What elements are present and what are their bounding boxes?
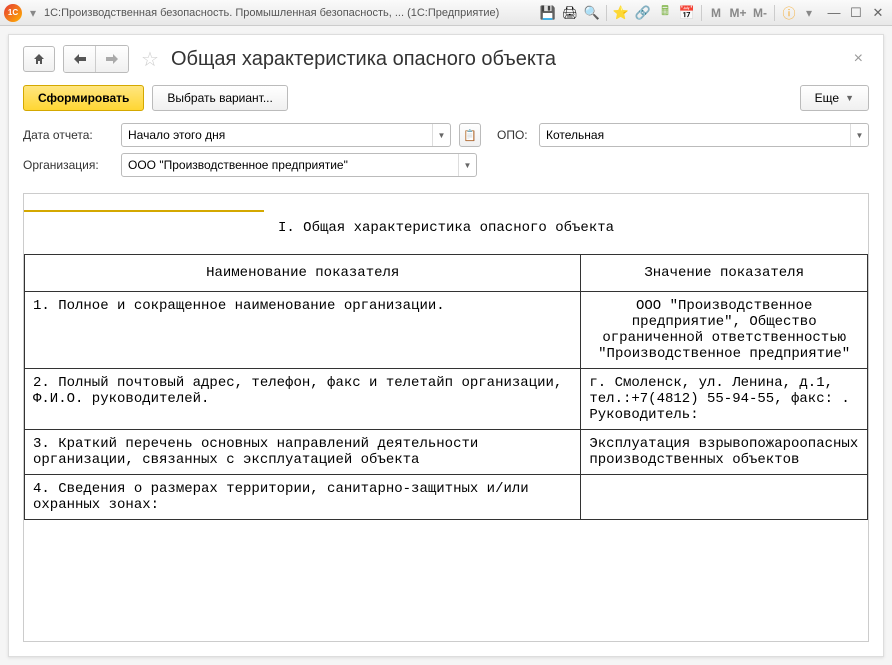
favorite-star-icon[interactable]: ☆ [141, 47, 159, 72]
column-header-value: Значение показателя [581, 255, 868, 292]
minimize-button[interactable]: — [824, 4, 844, 22]
cell-name: 3. Краткий перечень основных направлений… [25, 430, 581, 475]
action-toolbar: Сформировать Выбрать вариант... Еще ▼ [9, 81, 883, 121]
content-area: ☆ Общая характеристика опасного объекта … [8, 34, 884, 657]
generate-button[interactable]: Сформировать [23, 85, 144, 111]
org-label: Организация: [23, 158, 113, 172]
opo-value: Котельная [540, 128, 850, 142]
table-header-row: Наименование показателя Значение показат… [25, 255, 868, 292]
home-button[interactable] [23, 46, 55, 72]
favorite-icon[interactable]: ⭐ [611, 3, 631, 23]
page-header: ☆ Общая характеристика опасного объекта … [9, 35, 883, 81]
report-section-title: I. Общая характеристика опасного объекта [24, 212, 868, 254]
window-controls: — ☐ ✕ [824, 4, 888, 22]
table-row: 1. Полное и сокращенное наименование орг… [25, 292, 868, 369]
org-value: ООО "Производственное предприятие" [122, 158, 458, 172]
home-icon [32, 52, 46, 66]
choose-variant-button[interactable]: Выбрать вариант... [152, 85, 287, 111]
title-toolbar: 💾 🖨 🔍 ⭐ 🔗 🖩 📅 M M+ M- ⓘ ▾ [538, 3, 817, 23]
chevron-down-icon[interactable]: ▼ [458, 154, 476, 176]
link-icon[interactable]: 🔗 [633, 3, 653, 23]
filters-panel: Дата отчета: Начало этого дня ▼ 📋 ОПО: К… [9, 121, 883, 193]
table-row: 4. Сведения о размерах территории, санит… [25, 475, 868, 520]
column-header-name: Наименование показателя [25, 255, 581, 292]
dropdown-icon[interactable]: ▾ [25, 5, 41, 21]
opo-label: ОПО: [497, 128, 531, 142]
date-value: Начало этого дня [122, 128, 432, 142]
chevron-down-icon: ▼ [845, 93, 854, 103]
info-icon[interactable]: ⓘ [779, 3, 799, 23]
table-row: 3. Краткий перечень основных направлений… [25, 430, 868, 475]
cell-name: 2. Полный почтовый адрес, телефон, факс … [25, 369, 581, 430]
calculator-icon[interactable]: 🖩 [655, 3, 675, 23]
report-table: Наименование показателя Значение показат… [24, 254, 868, 520]
filter-row-org: Организация: ООО "Производственное предп… [23, 153, 869, 177]
separator [774, 5, 775, 21]
forward-icon [106, 54, 118, 64]
more-button[interactable]: Еще ▼ [800, 85, 869, 111]
dropdown-icon[interactable]: ▾ [801, 5, 817, 21]
filter-row-date: Дата отчета: Начало этого дня ▼ 📋 ОПО: К… [23, 123, 869, 147]
zoom-mplus-button[interactable]: M+ [728, 3, 748, 23]
report-viewport[interactable]: I. Общая характеристика опасного объекта… [23, 193, 869, 642]
app-logo-icon: 1C [4, 4, 22, 22]
calendar-icon[interactable]: 📅 [677, 3, 697, 23]
date-input[interactable]: Начало этого дня ▼ [121, 123, 451, 147]
cell-name: 4. Сведения о размерах территории, санит… [25, 475, 581, 520]
window-title: 1С:Производственная безопасность. Промыш… [44, 7, 535, 19]
more-label: Еще [815, 91, 839, 105]
calendar-picker-button[interactable]: 📋 [459, 123, 481, 147]
separator [606, 5, 607, 21]
close-tab-button[interactable]: × [848, 48, 869, 70]
report-document: I. Общая характеристика опасного объекта… [24, 194, 868, 520]
separator [701, 5, 702, 21]
cell-name: 1. Полное и сокращенное наименование орг… [25, 292, 581, 369]
org-input[interactable]: ООО "Производственное предприятие" ▼ [121, 153, 477, 177]
page-title: Общая характеристика опасного объекта [171, 48, 556, 71]
preview-icon[interactable]: 🔍 [582, 3, 602, 23]
chevron-down-icon[interactable]: ▼ [432, 124, 450, 146]
date-label: Дата отчета: [23, 128, 113, 142]
back-icon [74, 54, 86, 64]
table-row: 2. Полный почтовый адрес, телефон, факс … [25, 369, 868, 430]
zoom-m-button[interactable]: M [706, 3, 726, 23]
print-icon[interactable]: 🖨 [560, 3, 580, 23]
nav-back-forward [63, 45, 129, 73]
save-icon[interactable]: 💾 [538, 3, 558, 23]
opo-input[interactable]: Котельная ▼ [539, 123, 869, 147]
cell-value [581, 475, 868, 520]
report-marker [24, 194, 264, 212]
cell-value: ООО "Производственное предприятие", Обще… [581, 292, 868, 369]
close-button[interactable]: ✕ [868, 4, 888, 22]
forward-button[interactable] [96, 46, 128, 72]
titlebar: 1C ▾ 1С:Производственная безопасность. П… [0, 0, 892, 26]
chevron-down-icon[interactable]: ▼ [850, 124, 868, 146]
back-button[interactable] [64, 46, 96, 72]
cell-value: г. Смоленск, ул. Ленина, д.1, тел.:+7(48… [581, 369, 868, 430]
zoom-mminus-button[interactable]: M- [750, 3, 770, 23]
maximize-button[interactable]: ☐ [846, 4, 866, 22]
cell-value: Эксплуатация взрывопожароопасных произво… [581, 430, 868, 475]
